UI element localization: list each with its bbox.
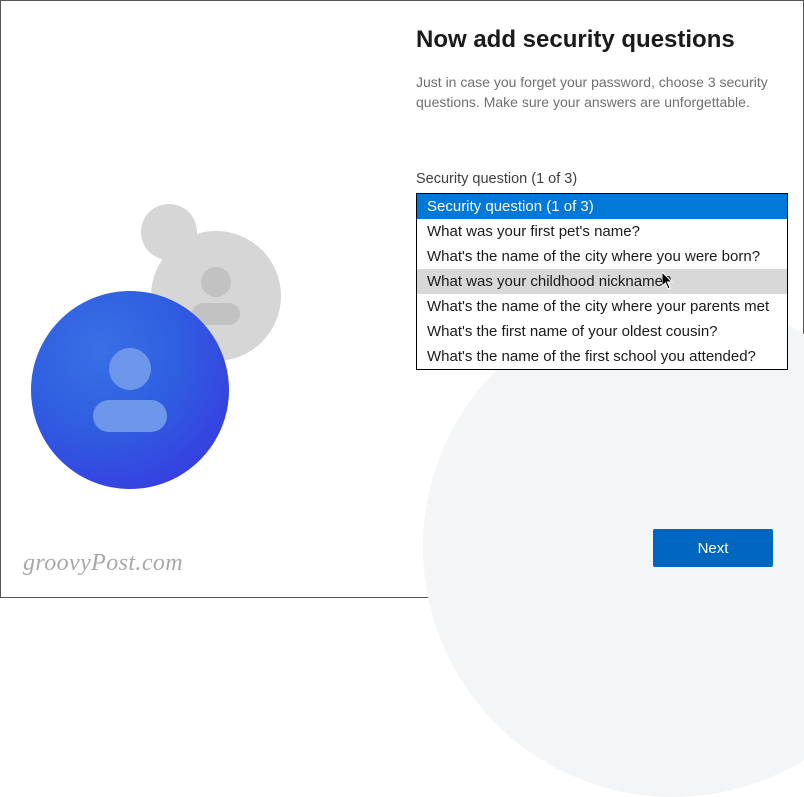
dropdown-option[interactable]: What's the first name of your oldest cou… <box>417 319 787 344</box>
avatar-icon-primary <box>31 291 229 489</box>
dropdown-option[interactable]: What's the name of the first school you … <box>417 344 787 369</box>
page-subtitle: Just in case you forget your password, c… <box>416 72 786 113</box>
dropdown-option[interactable]: What's the name of the city where your p… <box>417 294 787 319</box>
security-question-dropdown[interactable]: Security question (1 of 3) What was your… <box>416 193 788 370</box>
page-title: Now add security questions <box>416 26 786 54</box>
next-button[interactable]: Next <box>653 529 773 567</box>
dropdown-option[interactable]: Security question (1 of 3) <box>417 194 787 219</box>
dropdown-option[interactable]: What was your first pet's name? <box>417 219 787 244</box>
watermark: groovyPost.com <box>23 550 183 577</box>
dropdown-option-label: What was your childhood nickname? <box>427 273 671 290</box>
security-question-label: Security question (1 of 3) <box>416 171 786 187</box>
dropdown-option[interactable]: What's the name of the city where you we… <box>417 244 787 269</box>
dropdown-option[interactable]: What was your childhood nickname? <box>417 269 787 294</box>
